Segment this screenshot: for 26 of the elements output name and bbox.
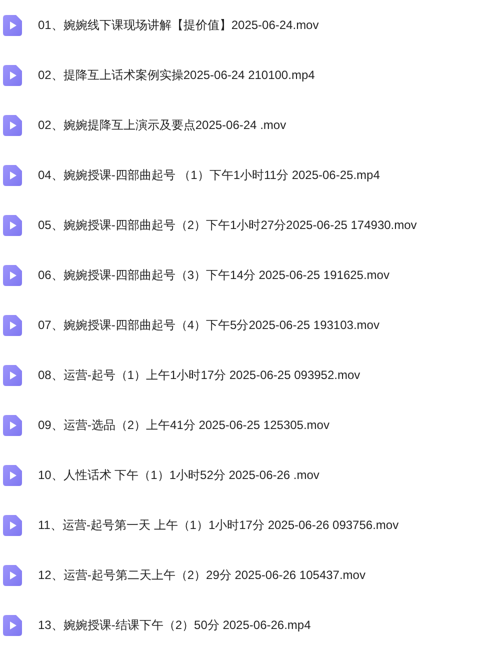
file-name[interactable]: 12、运营-起号第二天上午（2）29分 2025-06-26 105437.mov (38, 566, 366, 584)
file-name[interactable]: 04、婉婉授课-四部曲起号 （1）下午1小时11分 2025-06-25.mp4 (38, 166, 380, 184)
video-file-icon (3, 464, 22, 486)
video-file-icon (3, 614, 22, 636)
file-name[interactable]: 01、婉婉线下课现场讲解【提价值】2025-06-24.mov (38, 16, 319, 34)
file-name[interactable]: 02、提降互上话术案例实操2025-06-24 210100.mp4 (38, 66, 315, 84)
video-file-icon (3, 214, 22, 236)
video-file-icon (3, 264, 22, 286)
file-name[interactable]: 07、婉婉授课-四部曲起号（4）下午5分2025-06-25 193103.mov (38, 316, 380, 334)
video-file-icon (3, 314, 22, 336)
file-name[interactable]: 02、婉婉提降互上演示及要点2025-06-24 .mov (38, 116, 286, 134)
video-file-icon (3, 14, 22, 36)
file-name[interactable]: 11、运营-起号第一天 上午（1）1小时17分 2025-06-26 093756.mov (38, 516, 399, 534)
file-name[interactable]: 09、运营-选品（2）上午41分 2025-06-25 125305.mov (38, 416, 330, 434)
video-file-icon (3, 114, 22, 136)
file-name[interactable]: 06、婉婉授课-四部曲起号（3）下午14分 2025-06-25 191625.mov (38, 266, 390, 284)
file-name[interactable]: 05、婉婉授课-四部曲起号（2）下午1小时27分2025-06-25 174930.mov (38, 216, 417, 234)
video-file-icon (3, 64, 22, 86)
file-name[interactable]: 08、运营-起号（1）上午1小时17分 2025-06-25 093952.mov (38, 366, 360, 384)
video-file-icon (3, 414, 22, 436)
video-file-icon (3, 164, 22, 186)
file-name[interactable]: 10、人性话术 下午（1）1小时52分 2025-06-26 .mov (38, 466, 320, 484)
file-name[interactable]: 13、婉婉授课-结课下午（2）50分 2025-06-26.mp4 (38, 616, 311, 634)
video-file-icon (3, 514, 22, 536)
video-file-icon (3, 564, 22, 586)
video-file-icon (3, 364, 22, 386)
